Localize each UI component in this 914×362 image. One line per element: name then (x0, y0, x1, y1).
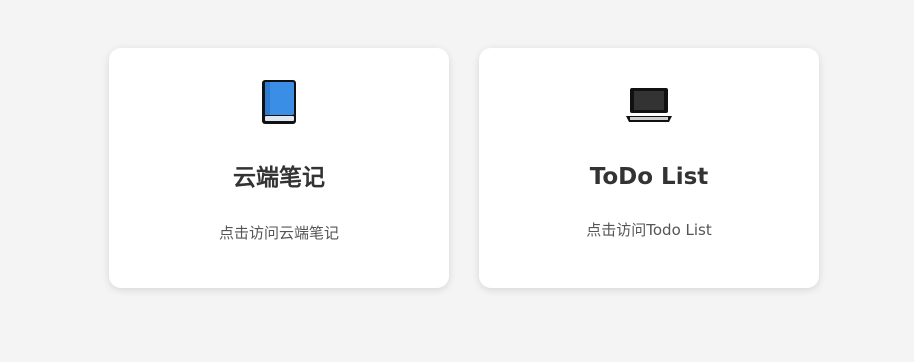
cloud-notes-title: 云端笔记 (233, 165, 325, 191)
book-icon (109, 78, 449, 126)
todo-list-description: 点击访问Todo List (586, 221, 712, 239)
laptop-icon (479, 86, 819, 124)
todo-list-card[interactable]: ToDo List 点击访问Todo List (479, 48, 819, 288)
cloud-notes-card[interactable]: 云端笔记 点击访问云端笔记 (109, 48, 449, 288)
cloud-notes-description: 点击访问云端笔记 (218, 224, 339, 242)
todo-list-title: ToDo List (589, 164, 709, 190)
page: 云端笔记 点击访问云端笔记 ToDo List 点击访问Todo List (0, 0, 914, 362)
